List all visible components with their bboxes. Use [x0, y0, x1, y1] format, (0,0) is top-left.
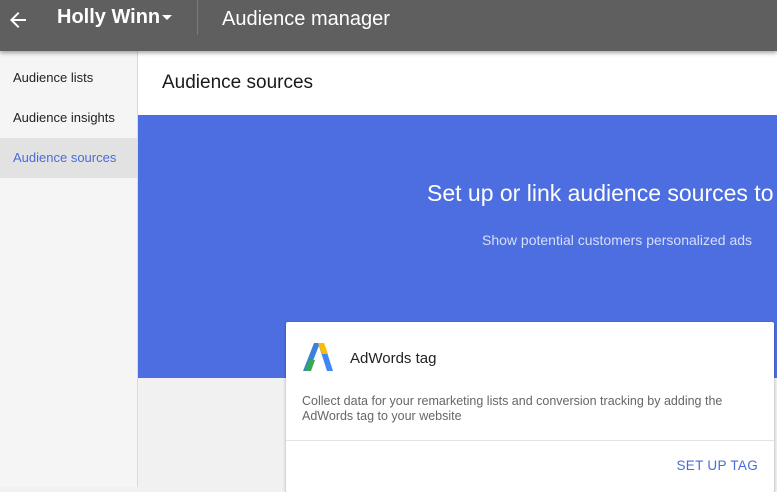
app-header: Holly Winn Audience manager — [0, 0, 777, 51]
sidebar-item-audience-insights[interactable]: Audience insights — [0, 98, 137, 138]
arrow-left-icon[interactable] — [6, 8, 30, 32]
header-divider — [197, 0, 198, 35]
card-description: Collect data for your remarketing lists … — [302, 394, 723, 423]
adwords-tag-card: AdWords tag Collect data for your remark… — [286, 322, 774, 492]
set-up-tag-button[interactable]: SET UP TAG — [676, 458, 758, 473]
sidebar-nav: Audience lists Audience insights Audienc… — [0, 51, 138, 487]
adwords-logo-icon — [303, 343, 333, 371]
card-divider — [286, 440, 774, 441]
account-name[interactable]: Holly Winn — [57, 6, 160, 29]
page-title: Audience sources — [162, 72, 314, 93]
hero-title: Set up or link audience sources to — [427, 180, 774, 206]
content-header: Audience sources — [138, 51, 777, 115]
card-title: AdWords tag — [350, 350, 437, 367]
caret-down-icon[interactable] — [161, 14, 173, 22]
sidebar-item-audience-sources[interactable]: Audience sources — [0, 138, 137, 178]
app-title: Audience manager — [222, 8, 390, 30]
hero-subtitle: Show potential customers personalized ad… — [482, 232, 753, 248]
sidebar-item-audience-lists[interactable]: Audience lists — [0, 58, 137, 98]
